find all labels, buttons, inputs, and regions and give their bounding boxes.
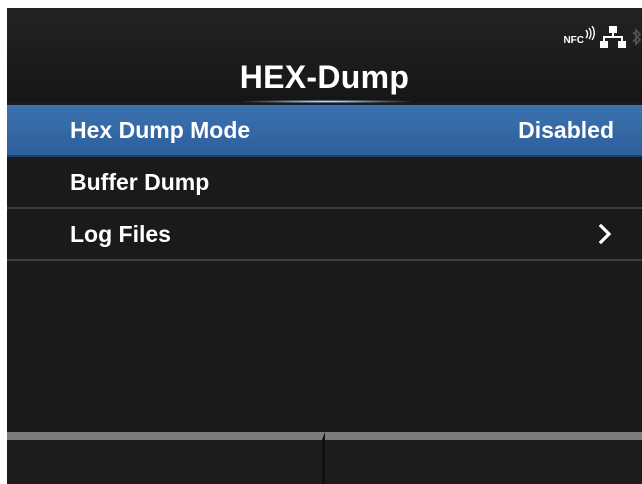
network-icon xyxy=(600,26,626,48)
menu-item-label: Buffer Dump xyxy=(70,168,210,195)
menu-item-log-files[interactable]: Log Files xyxy=(7,209,642,261)
menu-item-label: Hex Dump Mode xyxy=(70,116,251,143)
menu-item-buffer-dump[interactable]: Buffer Dump xyxy=(7,157,642,209)
settings-menu: Hex Dump Mode Disabled Buffer Dump Log F… xyxy=(7,105,642,261)
bluetooth-icon xyxy=(632,28,642,46)
menu-item-value: Disabled xyxy=(518,116,614,143)
title-underline-glow xyxy=(242,100,412,103)
header-bar: HEX-Dump NFC xyxy=(7,8,642,103)
menu-item-label: Log Files xyxy=(70,220,171,247)
softkey-right[interactable] xyxy=(325,432,642,484)
menu-empty-area xyxy=(7,269,642,432)
softkey-bar xyxy=(7,432,642,484)
status-icons: NFC xyxy=(563,22,642,52)
chevron-right-icon xyxy=(598,223,612,245)
nfc-icon: NFC xyxy=(563,26,596,48)
page-title: HEX-Dump xyxy=(239,59,410,95)
softkey-left[interactable] xyxy=(7,432,325,484)
printer-display: HEX-Dump NFC Hex Dump Mode Disabled Buff… xyxy=(7,8,642,484)
menu-item-hex-dump-mode[interactable]: Hex Dump Mode Disabled xyxy=(7,105,642,157)
